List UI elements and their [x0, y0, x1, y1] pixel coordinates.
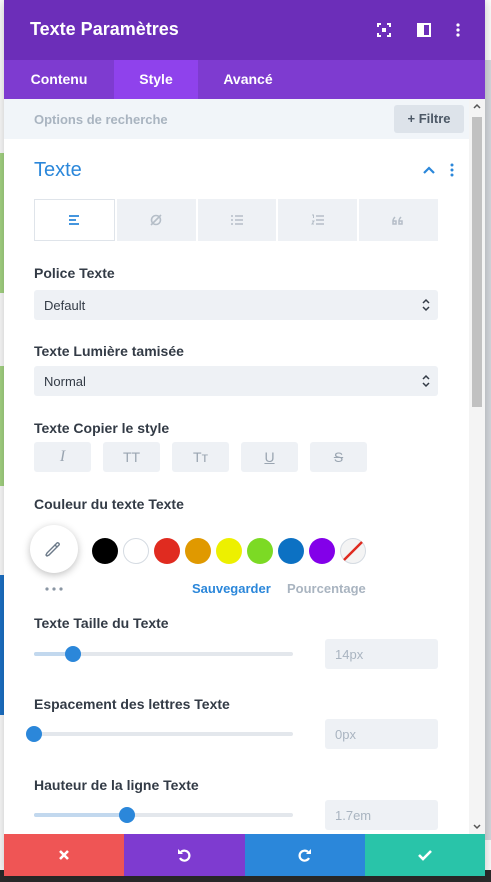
font-size-value: 14px	[335, 647, 364, 662]
cancel-button[interactable]	[4, 834, 125, 876]
modal-title: Texte Paramètres	[30, 19, 179, 39]
scrollbar-thumb[interactable]	[472, 117, 482, 407]
line-height-slider[interactable]	[34, 807, 293, 823]
search-input[interactable]: Options de recherche	[34, 112, 168, 127]
tab-avance[interactable]: Avancé	[198, 60, 298, 99]
undo-button[interactable]	[124, 834, 245, 876]
font-select-value: Default	[44, 298, 86, 313]
letter-spacing-input[interactable]: 0px	[325, 719, 438, 749]
swatch-no-color[interactable]	[340, 538, 366, 564]
font-size-slider[interactable]	[34, 646, 293, 662]
close-icon	[59, 850, 70, 860]
color-swatch[interactable]	[309, 538, 335, 564]
numbered-list-button[interactable]	[278, 199, 358, 241]
letter-spacing-value: 0px	[335, 727, 356, 742]
select-arrows-icon	[422, 298, 430, 312]
line-height-input[interactable]: 1.7em	[325, 800, 438, 830]
filter-button[interactable]: + Filtre	[394, 105, 464, 133]
underline-icon: U	[264, 449, 275, 465]
bullet-list-icon	[230, 215, 243, 225]
line-height-label: Hauteur de la ligne Texte	[34, 777, 199, 793]
more-colors-icon[interactable]	[44, 587, 64, 591]
text-align-group	[34, 199, 438, 241]
letter-spacing-slider[interactable]	[26, 726, 293, 742]
slider-handle[interactable]	[119, 807, 136, 823]
settings-content: Texte Police Texte Default Texte Lumière…	[4, 139, 485, 834]
line-height-value: 1.7em	[335, 808, 372, 823]
save-color-link[interactable]: Sauvegarder	[192, 581, 271, 596]
builder-stage: Texte Paramètres Contenu Style Avancé Op…	[0, 0, 491, 882]
slider-handle[interactable]	[26, 726, 42, 742]
bullet-list-button[interactable]	[197, 199, 277, 241]
more-vert-icon[interactable]	[450, 22, 466, 38]
color-swatch[interactable]	[154, 538, 180, 564]
settings-modal: Texte Paramètres Contenu Style Avancé Op…	[4, 0, 485, 876]
select-arrows-icon	[422, 374, 430, 388]
color-swatch[interactable]	[247, 538, 273, 564]
text-color-label: Couleur du texte Texte	[34, 496, 184, 512]
fullscreen-icon[interactable]	[376, 22, 392, 38]
redo-icon	[298, 849, 311, 862]
scrollbar[interactable]	[469, 99, 485, 834]
no-color-icon	[343, 541, 363, 561]
tab-contenu[interactable]: Contenu	[4, 60, 114, 99]
align-left-icon	[69, 215, 80, 225]
text-style-buttons: I TT Tт U S	[34, 442, 367, 472]
scroll-up-icon[interactable]	[473, 103, 481, 109]
color-swatch[interactable]	[278, 538, 304, 564]
uppercase-icon: TT	[122, 449, 141, 465]
link-button[interactable]	[116, 199, 196, 241]
section-title[interactable]: Texte	[34, 159, 82, 182]
italic-icon: I	[59, 448, 66, 465]
underline-button[interactable]: U	[241, 442, 298, 472]
font-size-input[interactable]: 14px	[325, 639, 438, 669]
link-broken-icon	[150, 214, 162, 226]
font-select[interactable]: Default	[34, 290, 438, 320]
color-swatch[interactable]	[123, 538, 149, 564]
strikethrough-icon: S	[333, 449, 344, 465]
slider-handle[interactable]	[64, 646, 81, 662]
strikethrough-button[interactable]: S	[310, 442, 367, 472]
text-style-label: Texte Copier le style	[34, 420, 170, 436]
undo-icon	[178, 849, 191, 862]
chevron-up-icon[interactable]	[422, 163, 436, 177]
color-swatch[interactable]	[216, 538, 242, 564]
modal-footer	[4, 834, 485, 876]
check-icon	[417, 850, 432, 861]
options-search-bar[interactable]: Options de recherche + Filtre	[4, 99, 485, 139]
color-swatch[interactable]	[92, 538, 118, 564]
capitalize-icon: Tт	[193, 449, 208, 465]
quote-icon	[391, 216, 403, 225]
numbered-list-icon	[310, 214, 324, 225]
uppercase-button[interactable]: TT	[103, 442, 160, 472]
capitalize-button[interactable]: Tт	[172, 442, 229, 472]
settings-tabs: Contenu Style Avancé	[4, 60, 485, 99]
modal-header[interactable]: Texte Paramètres	[4, 0, 485, 60]
font-size-label: Texte Taille du Texte	[34, 615, 169, 631]
redo-button[interactable]	[244, 834, 365, 876]
color-picker-button[interactable]	[30, 525, 78, 573]
quote-button[interactable]	[359, 199, 438, 241]
split-view-icon[interactable]	[416, 22, 432, 38]
slider-fill	[34, 813, 128, 817]
italic-button[interactable]: I	[34, 442, 91, 472]
weight-select-value: Normal	[44, 374, 86, 389]
eyedropper-icon	[45, 542, 60, 557]
tab-style[interactable]: Style	[114, 60, 198, 99]
font-label: Police Texte	[34, 265, 115, 281]
color-swatch[interactable]	[185, 538, 211, 564]
align-left-button[interactable]	[34, 199, 115, 241]
percentage-link[interactable]: Pourcentage	[287, 581, 366, 596]
weight-select[interactable]: Normal	[34, 366, 438, 396]
scroll-down-icon[interactable]	[473, 824, 481, 830]
save-button[interactable]	[364, 834, 485, 876]
section-menu-icon[interactable]	[450, 163, 454, 177]
letter-spacing-label: Espacement des lettres Texte	[34, 696, 230, 712]
weight-label: Texte Lumière tamisée	[34, 343, 184, 359]
